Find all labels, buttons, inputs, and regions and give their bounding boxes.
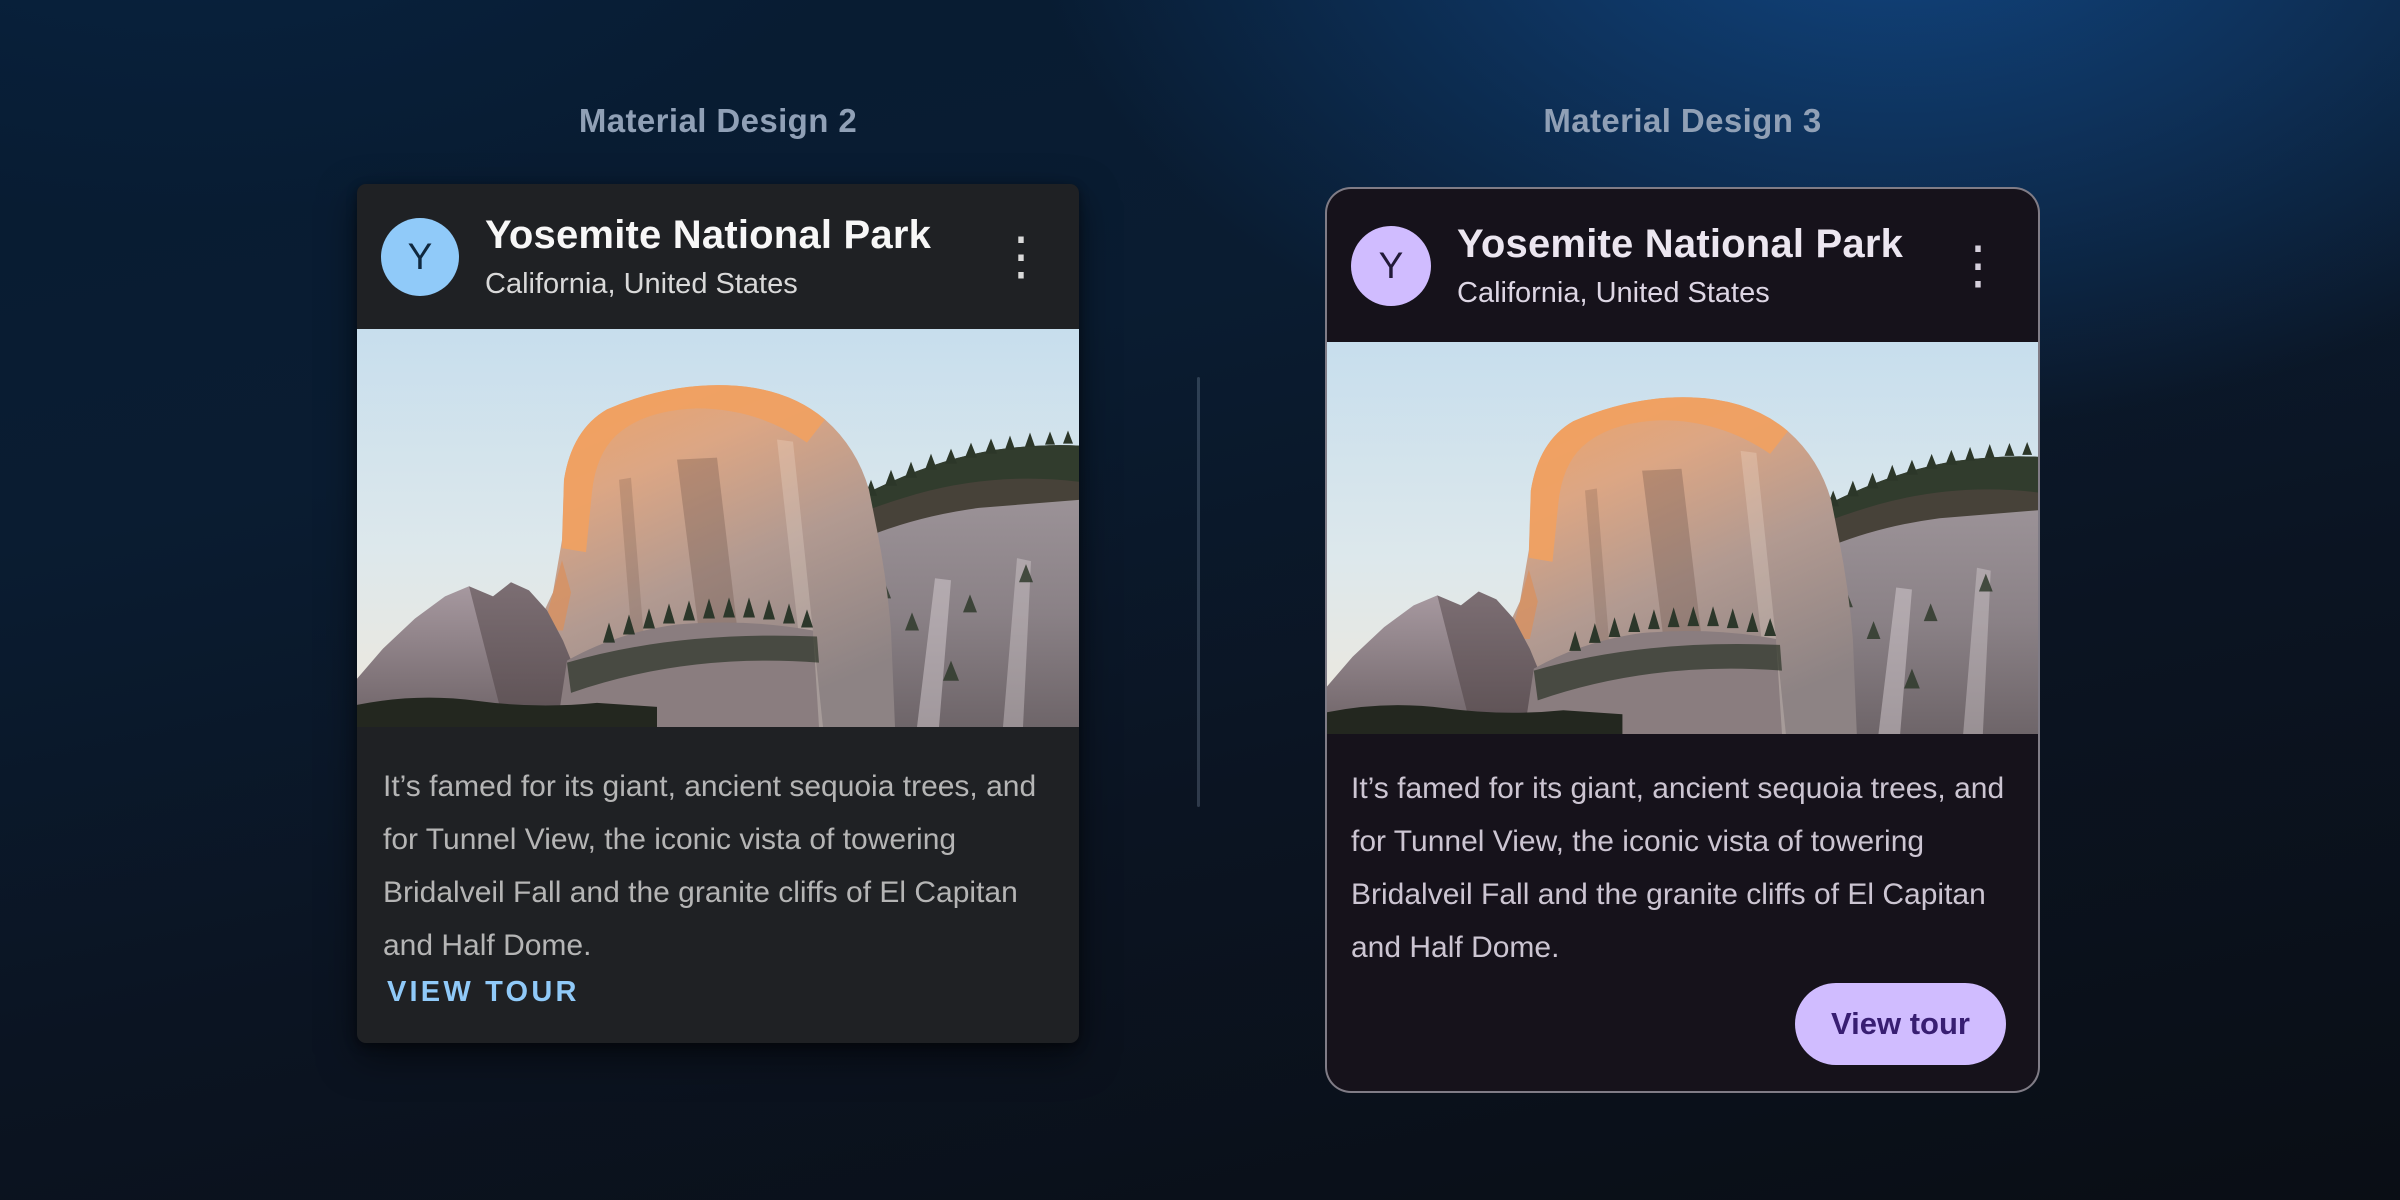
- more-options-icon: ⋮: [995, 231, 1047, 283]
- body-line: for Tunnel View, the iconic vista of tow…: [1351, 815, 2006, 868]
- card-header: Y Yosemite National Park California, Uni…: [357, 184, 1079, 329]
- view-tour-button-md2[interactable]: VIEW TOUR: [377, 966, 590, 1019]
- card-header-text: Yosemite National Park California, Unite…: [485, 213, 931, 301]
- column-label-md2: Material Design 2: [357, 100, 1079, 142]
- card-header-text: Yosemite National Park California, Unite…: [1457, 222, 1903, 310]
- body-text: It’s famed for its giant, ancient sequoi…: [1351, 762, 2006, 974]
- card-photo: [1327, 342, 2038, 734]
- body-line: It’s famed for its giant, ancient sequoi…: [383, 760, 1045, 813]
- card-title: Yosemite National Park: [1457, 222, 1903, 267]
- half-dome-photo-illustration: [357, 329, 1079, 727]
- avatar-letter: Y: [1379, 245, 1404, 287]
- avatar: Y: [381, 218, 459, 296]
- body-line: and Half Dome.: [1351, 921, 2006, 974]
- card-photo: [357, 329, 1079, 727]
- card-title: Yosemite National Park: [485, 213, 931, 258]
- card-md2: Y Yosemite National Park California, Uni…: [357, 184, 1079, 1043]
- body-line: Bridalveil Fall and the granite cliffs o…: [383, 866, 1045, 919]
- avatar-letter: Y: [408, 236, 433, 278]
- page-background: Material Design 2 Material Design 3 Y Yo…: [0, 0, 2400, 1200]
- cards-divider: [1197, 377, 1200, 807]
- body-text: It’s famed for its giant, ancient sequoi…: [383, 760, 1045, 972]
- card-md3: Y Yosemite National Park California, Uni…: [1325, 187, 2040, 1093]
- body-line: Bridalveil Fall and the granite cliffs o…: [1351, 868, 2006, 921]
- column-label-md3: Material Design 3: [1325, 100, 2040, 142]
- more-options-icon: ⋮: [1952, 240, 2004, 292]
- card-subtitle: California, United States: [1457, 277, 1903, 310]
- more-options-button[interactable]: ⋮: [993, 217, 1049, 297]
- view-tour-button-md3[interactable]: View tour: [1795, 983, 2006, 1065]
- card-header: Y Yosemite National Park California, Uni…: [1327, 189, 2038, 342]
- more-options-button[interactable]: ⋮: [1950, 226, 2006, 306]
- body-line: for Tunnel View, the iconic vista of tow…: [383, 813, 1045, 866]
- body-line: and Half Dome.: [383, 919, 1045, 972]
- half-dome-photo-illustration: [1327, 342, 2038, 734]
- body-line: It’s famed for its giant, ancient sequoi…: [1351, 762, 2006, 815]
- card-subtitle: California, United States: [485, 268, 931, 301]
- avatar: Y: [1351, 226, 1431, 306]
